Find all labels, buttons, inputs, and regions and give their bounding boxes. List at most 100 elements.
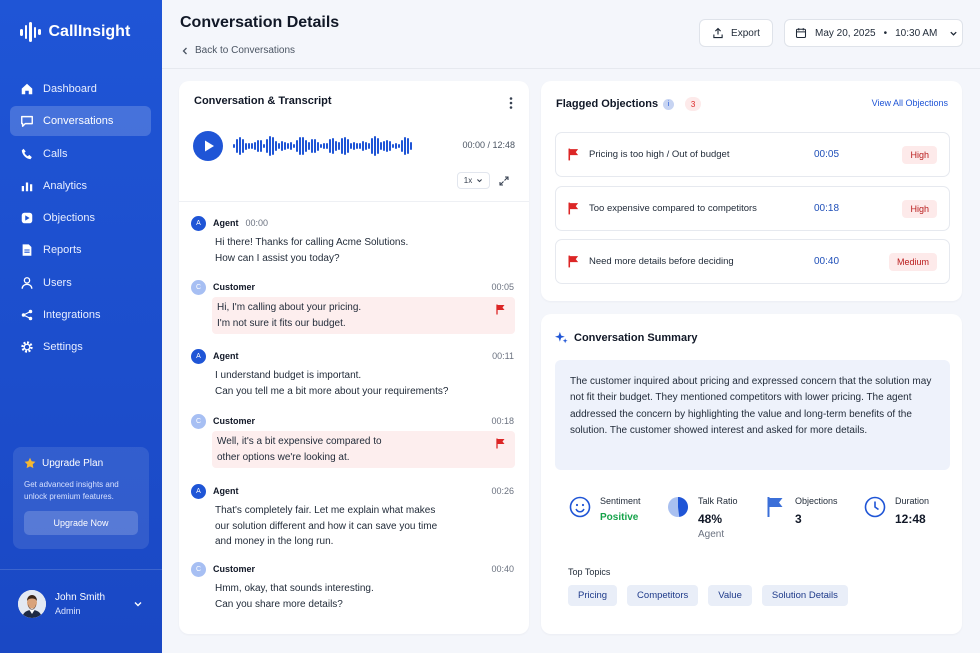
customer-avatar: C [191, 561, 206, 577]
sidebar-item-reports[interactable]: Reports [10, 235, 151, 265]
clock-icon [864, 496, 886, 518]
sidebar-item-users[interactable]: Users [10, 268, 151, 298]
upgrade-now-button[interactable]: Upgrade Now [24, 511, 138, 535]
waveform-bar [275, 141, 277, 151]
date-picker[interactable]: May 20, 2025 • 10:30 AM [784, 19, 963, 47]
waveform-bar [374, 136, 376, 156]
export-button[interactable]: Export [699, 19, 773, 47]
play-button[interactable] [193, 131, 223, 161]
user-menu[interactable]: John Smith Admin [18, 590, 143, 618]
info-icon[interactable]: i [663, 98, 675, 110]
objection-timestamp[interactable]: 00:18 [814, 203, 874, 214]
transcript-divider [179, 201, 529, 202]
message-timestamp[interactable]: 00:40 [491, 564, 514, 574]
sidebar-item-objections[interactable]: Objections [10, 203, 151, 233]
topic-tag[interactable]: Pricing [568, 585, 618, 606]
chevron-left-icon [182, 47, 187, 54]
sidebar-item-settings[interactable]: Settings [10, 332, 151, 362]
summary-stats: Sentiment Positive Talk Ratio 48% Agent … [555, 496, 950, 546]
chevron-down-icon[interactable] [133, 599, 143, 609]
waveform-bar [392, 143, 394, 149]
speaker-name: Agent [213, 351, 239, 361]
waveform-bar [263, 144, 265, 148]
user-name: John Smith [55, 592, 106, 603]
calendar-icon [795, 28, 807, 39]
agent-avatar: A [191, 215, 206, 231]
objection-count-badge: 3 [685, 97, 702, 111]
speaker-name: Customer [213, 416, 256, 426]
talk-ratio-stat: Talk Ratio 48% Agent [667, 496, 738, 540]
message-timestamp[interactable]: 00:05 [491, 282, 514, 292]
audio-waveform[interactable] [233, 131, 415, 161]
flagged-objections-card: Flagged Objections i 3 View All Objectio… [541, 81, 962, 301]
view-all-objections-link[interactable]: View All Objections [872, 98, 948, 108]
sidebar-item-dashboard[interactable]: Dashboard [10, 74, 151, 104]
sidebar: CallInsight Dashboard Conversations Call… [0, 0, 162, 653]
waveform-bar [338, 142, 340, 150]
message-timestamp[interactable]: 00:26 [491, 486, 514, 496]
more-options-icon[interactable] [508, 96, 514, 110]
topic-tag[interactable]: Competitors [627, 585, 699, 606]
logo-waveform-icon [20, 22, 41, 42]
smiley-icon [569, 496, 591, 518]
waveform-bar [404, 137, 406, 155]
waveform-bar [344, 136, 346, 156]
sidebar-item-conversations[interactable]: Conversations [10, 106, 151, 137]
bar-chart-icon [21, 182, 33, 192]
speaker-name: Agent [213, 218, 239, 228]
topic-tag[interactable]: Solution Details [761, 585, 848, 606]
waveform-bar [353, 142, 355, 150]
waveform-bar [311, 138, 313, 154]
flag-icon[interactable] [496, 438, 506, 449]
waveform-bar [320, 143, 322, 149]
flag-icon[interactable] [496, 304, 506, 315]
sentiment-label: Sentiment [600, 496, 641, 506]
date-separator: • [883, 27, 888, 39]
upgrade-panel: Upgrade Plan Get advanced insights and u… [13, 447, 149, 549]
back-to-conversations-link[interactable]: Back to Conversations [181, 45, 295, 56]
objection-row[interactable]: Need more details before deciding 00:40 … [555, 239, 950, 284]
topic-tag[interactable]: Value [708, 585, 752, 606]
objection-row[interactable]: Too expensive compared to competitors 00… [555, 186, 950, 231]
waveform-bar [326, 142, 328, 150]
objections-value: 3 [795, 512, 802, 526]
avatar [18, 590, 46, 618]
objection-timestamp[interactable]: 00:05 [814, 149, 874, 160]
waveform-bar [386, 139, 388, 153]
chevron-down-icon [950, 31, 958, 36]
waveform-bar [293, 143, 295, 149]
message-timestamp[interactable]: 00:00 [246, 218, 269, 228]
user-role: Admin [55, 606, 81, 616]
transcript-message: C Customer 00:40 Hmm, okay, that sounds … [191, 561, 517, 612]
objection-text: Need more details before deciding [589, 256, 734, 267]
sidebar-item-calls[interactable]: Calls [10, 139, 151, 169]
user-icon [21, 276, 33, 289]
waveform-bar [290, 141, 292, 151]
flagged-message: Well, it's a bit expensive compared to o… [212, 431, 515, 468]
playback-speed-select[interactable]: 1x [457, 172, 490, 189]
waveform-bar [281, 140, 283, 152]
waveform-bar [269, 136, 271, 156]
customer-avatar: C [191, 413, 206, 429]
phone-icon [21, 148, 32, 159]
objection-timestamp[interactable]: 00:40 [814, 256, 874, 267]
message-timestamp[interactable]: 00:18 [491, 416, 514, 426]
pie-chart-icon [668, 497, 688, 517]
waveform-bar [317, 141, 319, 151]
objection-text: Pricing is too high / Out of budget [589, 149, 730, 160]
waveform-bar [254, 142, 256, 150]
expand-button[interactable] [495, 172, 512, 189]
objection-row[interactable]: Pricing is too high / Out of budget 00:0… [555, 132, 950, 177]
message-timestamp[interactable]: 00:11 [492, 351, 514, 361]
app-logo[interactable]: CallInsight [20, 22, 130, 42]
sidebar-item-label: Reports [43, 244, 82, 257]
severity-badge: Medium [888, 252, 937, 271]
sentiment-stat: Sentiment Positive [569, 496, 641, 523]
sidebar-item-integrations[interactable]: Integrations [10, 300, 151, 330]
top-topics: Pricing Competitors Value Solution Detai… [568, 585, 848, 606]
upload-icon [713, 27, 723, 39]
message-text: I understand budget is important. Can yo… [215, 370, 449, 397]
sidebar-nav: Dashboard Conversations Calls Analytics … [10, 74, 151, 365]
sidebar-item-analytics[interactable]: Analytics [10, 171, 151, 201]
agent-avatar: A [191, 483, 206, 499]
